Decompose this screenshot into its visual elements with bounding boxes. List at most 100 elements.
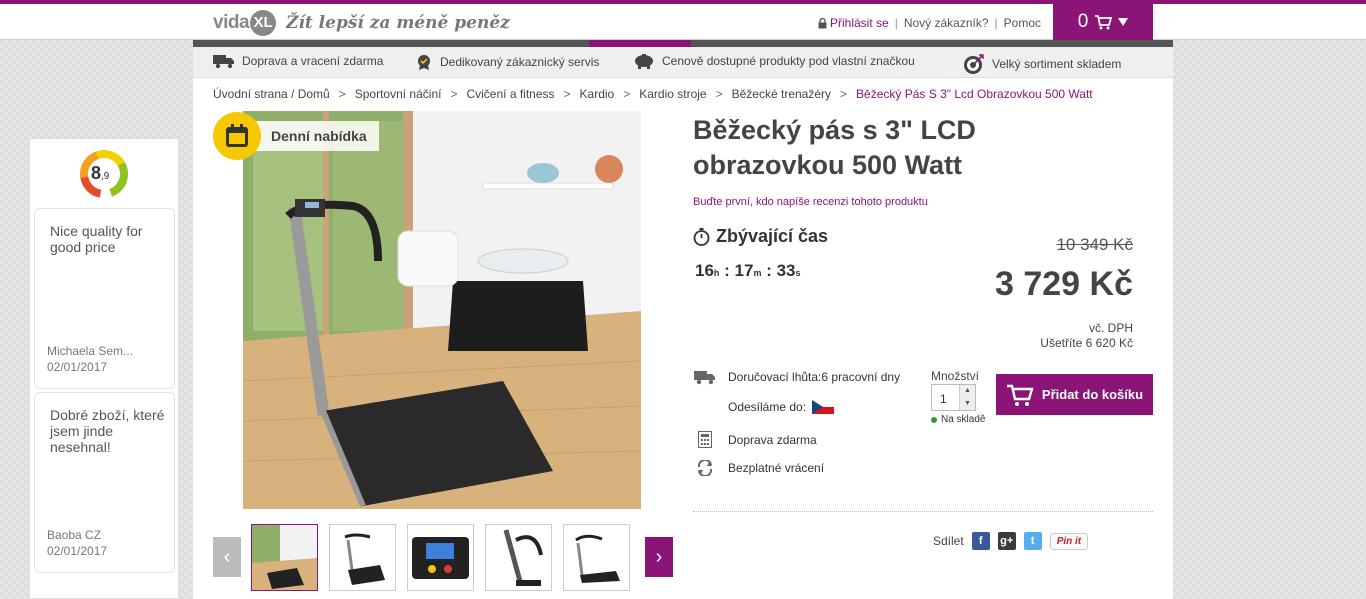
stock-dot [931,416,937,423]
thumbnail-prev-button[interactable]: ‹ [213,537,241,577]
divider [693,511,1153,512]
thumbnail[interactable] [563,524,630,591]
usp-prices: Cenově dostupné produkty pod vlastní zna… [633,53,915,69]
reviews-widget: 8,9 Nice quality for good price Michaela… [29,138,179,599]
usp-prices-label: Cenově dostupné produkty pod vlastní zna… [662,54,915,68]
delivery-time-row: Doručovací lhůta:6 pracovní dny [693,369,900,385]
free-shipping-text: Doprava zdarma [728,432,817,447]
tagline: Žít lepší za méně peněz [286,13,510,33]
product-page: Doprava a vracení zdarma Dedikovaný záka… [193,40,1173,599]
facebook-icon[interactable]: f [971,532,990,550]
breadcrumb-separator: > [338,87,346,101]
usp-delivery: Doprava a vracení zdarma [213,53,383,69]
seconds-unit: s [795,268,801,278]
usp-delivery-label: Doprava a vracení zdarma [242,54,384,68]
daily-deal-badge: Denní nabídka [213,112,379,160]
review-card[interactable]: Dobré zboží, které jsem jinde nesehnal! … [34,392,175,573]
return-arrows-icon [693,460,717,476]
login-link[interactable]: Přihlásit se [830,16,889,30]
breadcrumb-item[interactable]: Kardio stroje [639,87,706,101]
thumbnail-next-button[interactable]: › [645,537,673,577]
stopwatch-icon [693,227,710,246]
current-price: 3 729 Kč [995,265,1133,303]
usp-assortment: Velký sortiment skladem [963,53,1121,75]
review-text: Nice quality for good price [50,223,143,255]
delivery-time-text: Doručovací lhůta:6 pracovní dny [728,370,901,384]
countdown-timer: 16h : 17m : 33s [695,261,801,280]
review-card[interactable]: Nice quality for good price Michaela Sem… [34,208,175,389]
product-title: Běžecký pás s 3" LCD obrazovkou 500 Watt [693,115,976,180]
countdown-label: Zbývající čas [693,226,828,247]
rating-decimal: ,9 [101,171,110,182]
share-bar: Sdílet f g+ t Pin it [933,532,1089,550]
countdown-seconds: 33 [776,261,796,280]
chevron-down-icon [1118,18,1129,26]
share-label: Sdílet [933,534,964,548]
breadcrumb-separator: > [563,87,571,101]
cart-button[interactable]: 0 [1053,4,1153,40]
review-author: Michaela Sem... [47,344,134,358]
hours-unit: h [713,268,720,278]
stock-text: Na skladě [941,414,986,425]
quantity-value[interactable]: 1 [932,385,959,410]
czech-flag-icon [812,400,835,414]
breadcrumb-item[interactable]: Sportovní náčiní [355,87,442,101]
free-returns-row: Bezplatné vrácení [693,460,824,476]
help-link[interactable]: Pomoc [1004,16,1041,30]
pinterest-button[interactable]: Pin it [1049,532,1089,550]
target-icon [964,54,984,74]
write-review-link[interactable]: Buďte první, kdo napíše recenzi tohoto p… [693,196,928,208]
usp-service-label: Dedikovaný zákaznický servis [440,55,600,69]
usp-bar: Doprava a vracení zdarma Dedikovaný záka… [193,40,1173,78]
breadcrumb-separator: > [623,87,631,101]
daily-deal-label: Denní nabídka [251,121,379,151]
review-date: 02/01/2017 [47,360,108,374]
breadcrumb-item[interactable]: Běžecké trenažéry [732,87,831,101]
badge-icon [418,55,430,70]
countdown-minutes: 17 [734,261,754,280]
quantity-down-button[interactable]: ▼ [960,397,975,410]
add-to-cart-label: Přidat do košíku [1041,387,1144,402]
countdown-hours: 16 [695,261,714,280]
thumbnail[interactable] [329,524,396,591]
breadcrumb-separator: > [715,87,723,101]
quantity-label: Množství [931,369,980,383]
truck-icon [213,55,234,69]
review-text: Dobré zboží, které jsem jinde nesehnal! [50,407,165,455]
top-header: vida XL Žít lepší za méně peněz Přihlási… [0,0,1366,40]
vidaxl-logo[interactable]: vida XL Žít lepší za méně peněz [213,8,510,38]
rating-value: 8,9 [91,163,109,184]
minutes-unit: m [753,268,762,278]
piggy-bank-icon [635,54,653,69]
product-main-image[interactable] [243,111,641,509]
thumbnail[interactable] [485,524,552,591]
calendar-icon [213,112,261,160]
quantity-up-button[interactable]: ▲ [960,385,975,398]
google-plus-icon[interactable]: g+ [997,532,1016,550]
free-shipping-row: Doprava zdarma [693,431,817,448]
separator: | [894,16,898,30]
twitter-icon[interactable]: t [1023,532,1042,550]
cart-icon [1095,15,1113,30]
thumbnail[interactable] [251,524,318,591]
quantity-arrows: ▲ ▼ [959,385,975,410]
breadcrumb-item[interactable]: Kardio [580,87,615,101]
logo-xl-mark: XL [250,10,277,36]
rating-main: 8 [91,163,102,183]
review-date: 02/01/2017 [47,544,108,558]
cart-icon [1006,384,1034,406]
free-returns-text: Bezplatné vrácení [728,461,825,475]
usp-service: Dedikovaný zákaznický servis [415,53,599,71]
breadcrumb-current: Běžecký Pás S 3" Lcd Obrazovkou 500 Watt [856,87,1093,101]
calculator-icon [693,431,717,448]
review-author: Baoba CZ [47,528,102,542]
logo-text: vida [213,12,250,33]
add-to-cart-button[interactable]: Přidat do košíku [996,374,1153,415]
quantity-stepper[interactable]: 1 ▲ ▼ [931,384,976,411]
breadcrumb-item[interactable]: Úvodní strana / Domů [213,87,330,101]
thumbnail[interactable] [407,524,474,591]
separator: | [994,16,998,30]
breadcrumb-item[interactable]: Cvičení a fitness [466,87,554,101]
usp-accent [589,40,691,47]
new-customer-link[interactable]: Nový zákazník? [904,16,989,30]
